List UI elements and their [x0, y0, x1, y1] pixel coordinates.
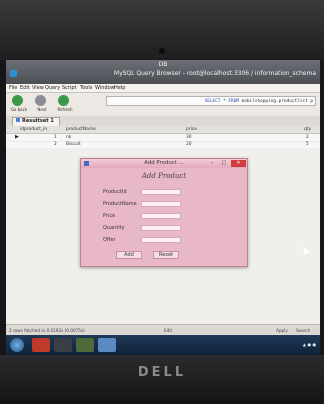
laptop-bezel-right [320, 60, 324, 355]
cell-qty[interactable]: 2 [306, 135, 309, 140]
db-label: DB [158, 61, 168, 68]
add-button[interactable]: Add [116, 251, 142, 259]
menu-window[interactable]: Window [95, 85, 115, 91]
system-tray-icon[interactable]: ▲ ● ● [303, 342, 316, 347]
cell-id[interactable]: 1 [54, 135, 57, 140]
go-back-button[interactable]: Go back [8, 95, 28, 113]
back-arrow-icon [12, 95, 23, 106]
offer-label: Offer [103, 237, 116, 243]
column-header-productname[interactable]: productName [66, 127, 96, 132]
menu-help[interactable]: Help [114, 85, 125, 91]
next-label: Next [37, 107, 47, 112]
column-header-idproduct[interactable]: idproduct_in [20, 127, 47, 132]
forward-arrow-icon [35, 95, 46, 106]
menu-file[interactable]: File [9, 85, 17, 91]
taskbar-app-3[interactable] [76, 338, 94, 352]
cell-id[interactable]: 2 [54, 142, 57, 147]
product-id-input[interactable] [141, 189, 181, 195]
edit-button[interactable]: Edit [164, 328, 172, 333]
minimize-icon[interactable]: – [207, 160, 217, 167]
query-keyword-select: SELECT [204, 99, 221, 104]
status-text: 2 rows fetched in 0.0192s (0.0075s) [9, 328, 85, 333]
cell-price[interactable]: 30 [186, 135, 192, 140]
query-table: mobilshopping.productlist p [238, 99, 313, 104]
laptop-bezel-top [0, 0, 324, 60]
grid-header: idproduct_in productName price qty [6, 126, 320, 134]
menu-tools[interactable]: Tools [80, 85, 92, 91]
window-titlebar: DB MySQL Query Browser - root@localhost:… [6, 60, 320, 84]
menu-edit[interactable]: Edit [20, 85, 30, 91]
mysql-app-icon [10, 70, 17, 77]
menu-script[interactable]: Script [62, 85, 77, 91]
close-icon[interactable]: ✕ [231, 160, 246, 167]
cell-productname[interactable]: nk [66, 135, 71, 140]
price-input[interactable] [141, 213, 181, 219]
screen: DB MySQL Query Browser - root@localhost:… [6, 60, 320, 355]
cell-productname[interactable]: Biscuit [66, 142, 81, 147]
dialog-titlebar: Add Product ... – □ ✕ [81, 159, 247, 168]
cell-price[interactable]: 20 [186, 142, 192, 147]
search-button[interactable]: Search [296, 328, 310, 333]
query-editor[interactable]: SELECT * FROM mobilshopping.productlist … [106, 96, 316, 106]
toolbar: Go back Next Refresh SELECT * FROM mobil… [6, 93, 320, 115]
menu-view[interactable]: View [32, 85, 44, 91]
result-tab-row: Resultset 1 [6, 116, 320, 126]
go-back-label: Go back [10, 107, 28, 112]
tab-resultset-1[interactable]: Resultset 1 [12, 117, 60, 126]
refresh-label: Refresh [57, 107, 73, 112]
menu-query[interactable]: Query [45, 85, 60, 91]
reset-button[interactable]: Reset [153, 251, 179, 259]
quantity-input[interactable] [141, 225, 181, 231]
dialog-heading: Add Product [141, 172, 187, 180]
row-pointer-icon: ▶ [15, 134, 19, 140]
offer-input[interactable] [141, 237, 181, 243]
laptop-brand-logo: DELL [137, 365, 187, 380]
start-button-icon[interactable] [10, 338, 24, 352]
apply-button[interactable]: Apply [276, 328, 288, 333]
product-name-label: ProductName [103, 201, 137, 207]
quantity-label: Quantity [103, 225, 125, 231]
taskbar: ▲ ● ● [6, 335, 320, 355]
product-name-input[interactable] [141, 201, 181, 207]
tab-label: Resultset 1 [22, 118, 54, 124]
refresh-icon [58, 95, 69, 106]
taskbar-app-1[interactable] [32, 338, 50, 352]
menu-bar: File Edit View Query Script Tools Window… [6, 84, 320, 93]
column-header-qty[interactable]: qty [304, 127, 311, 132]
result-grid: idproduct_in productName price qty ▶ 1 n… [6, 126, 320, 149]
column-header-price[interactable]: price [186, 127, 197, 132]
product-id-label: ProductId [103, 189, 127, 195]
taskbar-app-4[interactable] [98, 338, 116, 352]
taskbar-app-2[interactable] [54, 338, 72, 352]
webcam [159, 48, 165, 54]
add-product-dialog: Add Product ... – □ ✕ Add Product Produc… [80, 158, 248, 267]
next-button[interactable]: Next [31, 95, 51, 113]
cell-qty[interactable]: 5 [306, 142, 309, 147]
window-title: MySQL Query Browser - root@localhost:330… [113, 70, 316, 77]
grid-icon [16, 118, 20, 122]
maximize-icon[interactable]: □ [219, 160, 229, 167]
query-keyword-from: FROM [228, 99, 239, 104]
price-label: Price [103, 213, 116, 219]
refresh-button[interactable]: Refresh [54, 95, 74, 113]
